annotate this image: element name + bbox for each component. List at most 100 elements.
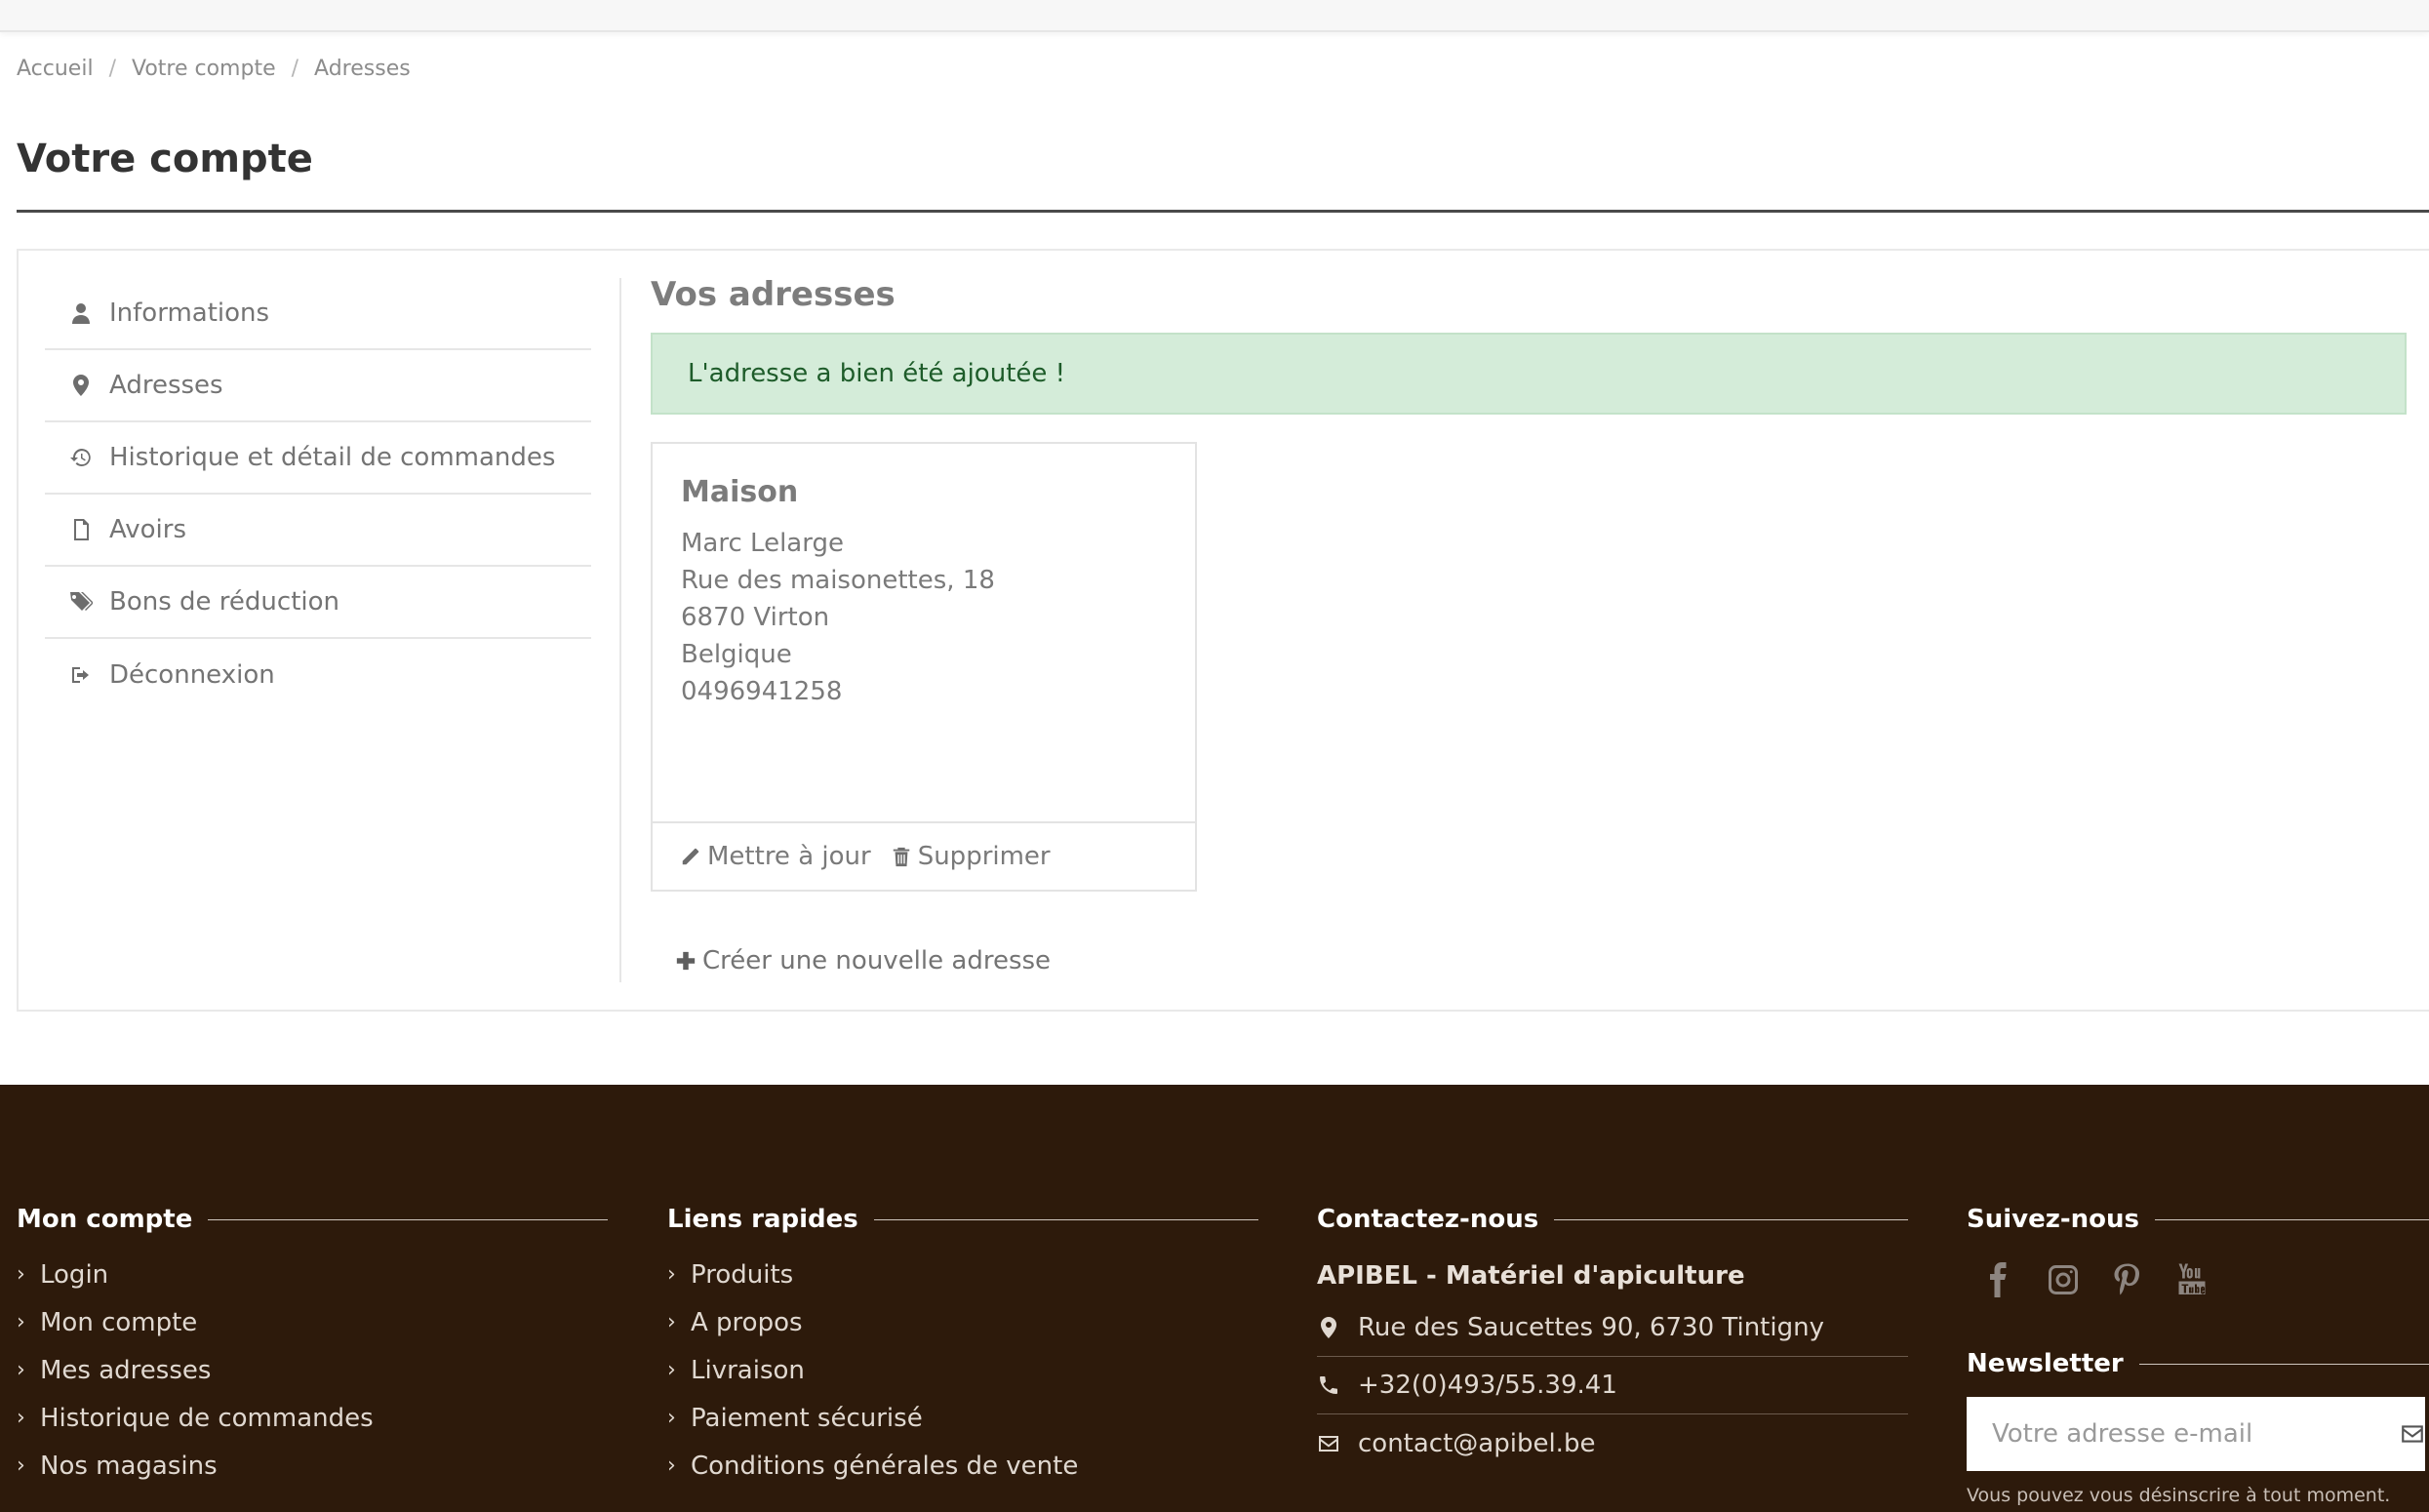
- chevron-right-icon: ›: [667, 1262, 676, 1287]
- delete-address-label: Supprimer: [917, 842, 1051, 871]
- title-divider: [17, 210, 2429, 213]
- sidebar-item-label: Avoirs: [109, 515, 187, 544]
- address-alias: Maison: [681, 475, 799, 509]
- footer-contact-column: Contactez-nous APIBEL - Matériel d'apicu…: [1317, 1200, 1908, 1472]
- plus-icon: [676, 951, 696, 971]
- create-address-label: Créer une nouvelle adresse: [702, 946, 1052, 975]
- footer-link-label: Livraison: [691, 1355, 805, 1385]
- address-line: Rue des maisonettes, 18: [681, 566, 995, 595]
- heading-rule: [873, 1218, 1258, 1220]
- contact-email[interactable]: contact@apibel.be: [1317, 1414, 1908, 1472]
- update-address-button[interactable]: Mettre à jour: [680, 842, 871, 871]
- footer-link-addresses[interactable]: › Mes adresses: [17, 1346, 608, 1394]
- page-title: Votre compte: [17, 137, 313, 181]
- footer-link-label: Paiement sécurisé: [691, 1403, 923, 1433]
- sign-out-icon: [66, 660, 96, 690]
- user-icon: [66, 298, 96, 328]
- footer-link-products[interactable]: › Produits: [667, 1251, 1258, 1298]
- footer-heading-text: Liens rapides: [667, 1205, 858, 1234]
- newsletter-note: Vous pouvez vous désinscrire à tout mome…: [1967, 1485, 2391, 1506]
- history-icon: [66, 443, 96, 472]
- footer-heading-text: Newsletter: [1967, 1349, 2124, 1378]
- chevron-right-icon: ›: [17, 1358, 25, 1382]
- breadcrumb-separator: /: [108, 57, 116, 81]
- footer-link-label: Historique de commandes: [40, 1403, 374, 1433]
- footer-link-stores[interactable]: › Nos magasins: [17, 1442, 608, 1490]
- footer-link-my-account[interactable]: › Mon compte: [17, 1298, 608, 1346]
- footer-heading-text: Mon compte: [17, 1205, 193, 1234]
- sidebar-item-avoirs[interactable]: Avoirs: [45, 495, 591, 567]
- sidebar-item-adresses[interactable]: Adresses: [45, 350, 591, 422]
- top-header-bar: [0, 0, 2429, 32]
- address-body: Marc Lelarge Rue des maisonettes, 18 687…: [681, 525, 995, 710]
- heading-rule: [1554, 1218, 1908, 1220]
- sidebar-item-history[interactable]: Historique et détail de commandes: [45, 422, 591, 495]
- heading-rule: [208, 1218, 608, 1220]
- footer-newsletter-heading: Newsletter: [1967, 1344, 2429, 1383]
- map-marker-icon: [1321, 1317, 1336, 1338]
- site-footer: Mon compte › Login › Mon compte › Mes adres…: [0, 1085, 2429, 1512]
- footer-follow-heading: Suivez-nous: [1967, 1200, 2429, 1239]
- breadcrumb-account[interactable]: Votre compte: [132, 57, 276, 81]
- chevron-right-icon: ›: [667, 1358, 676, 1382]
- contact-address: Rue des Saucettes 90, 6730 Tintigny: [1317, 1299, 1908, 1357]
- footer-account-column: Mon compte › Login › Mon compte › Mes adres…: [17, 1200, 608, 1490]
- address-line: Belgique: [681, 640, 792, 669]
- contact-company-name: APIBEL - Matériel d'apiculture: [1317, 1261, 1745, 1291]
- chevron-right-icon: ›: [17, 1262, 25, 1287]
- breadcrumb-separator: /: [291, 57, 299, 81]
- footer-account-heading: Mon compte: [17, 1200, 608, 1239]
- tags-icon: [66, 587, 96, 617]
- heading-rule: [2155, 1218, 2429, 1220]
- envelope-icon[interactable]: [2400, 1421, 2425, 1447]
- breadcrumb-current: Adresses: [314, 57, 411, 81]
- footer-link-label: Mes adresses: [40, 1355, 212, 1385]
- footer-link-label: Conditions générales de vente: [691, 1451, 1079, 1481]
- instagram-icon[interactable]: [2031, 1262, 2095, 1297]
- delete-address-button[interactable]: Supprimer: [891, 842, 1051, 871]
- footer-link-label: A propos: [691, 1307, 803, 1337]
- chevron-right-icon: ›: [17, 1453, 25, 1478]
- chevron-right-icon: ›: [667, 1406, 676, 1430]
- sidebar-item-label: Bons de réduction: [109, 587, 339, 617]
- footer-link-order-history[interactable]: › Historique de commandes: [17, 1394, 608, 1442]
- footer-link-label: Produits: [691, 1259, 794, 1290]
- phone-icon: [1320, 1376, 1337, 1394]
- sidebar-item-label: Historique et détail de commandes: [109, 443, 556, 472]
- pinterest-icon[interactable]: [2095, 1262, 2160, 1297]
- footer-follow-column: Suivez-nous Newsletter Votre adresse e-m…: [1967, 1200, 2429, 1506]
- address-card-actions: Mettre à jour Supprimer: [653, 821, 1195, 890]
- contact-address-text: Rue des Saucettes 90, 6730 Tintigny: [1358, 1313, 1824, 1342]
- sidebar-item-informations[interactable]: Informations: [45, 278, 591, 350]
- heading-rule: [2138, 1363, 2429, 1365]
- footer-heading-text: Contactez-nous: [1317, 1205, 1539, 1234]
- footer-link-login[interactable]: › Login: [17, 1251, 608, 1298]
- chevron-right-icon: ›: [667, 1310, 676, 1334]
- update-address-label: Mettre à jour: [707, 842, 871, 871]
- footer-quick-links-heading: Liens rapides: [667, 1200, 1258, 1239]
- contact-phone[interactable]: +32(0)493/55.39.41: [1317, 1357, 1908, 1414]
- footer-link-secure-payment[interactable]: › Paiement sécurisé: [667, 1394, 1258, 1442]
- vertical-divider: [619, 278, 621, 982]
- sidebar-item-vouchers[interactable]: Bons de réduction: [45, 567, 591, 639]
- contact-email-text: contact@apibel.be: [1358, 1428, 1596, 1458]
- address-line: 6870 Virton: [681, 603, 830, 632]
- account-sidebar: Informations Adresses Historique et déta…: [45, 278, 591, 711]
- sidebar-item-logout[interactable]: Déconnexion: [45, 639, 591, 711]
- youtube-icon[interactable]: [2160, 1262, 2224, 1297]
- facebook-icon[interactable]: [1967, 1262, 2031, 1297]
- newsletter-email-input[interactable]: Votre adresse e-mail: [1967, 1397, 2425, 1471]
- social-links: [1967, 1253, 2429, 1307]
- sidebar-item-label: Adresses: [109, 371, 223, 400]
- footer-link-terms[interactable]: › Conditions générales de vente: [667, 1442, 1258, 1490]
- footer-quick-links-column: Liens rapides › Produits › A propos › Livra…: [667, 1200, 1258, 1490]
- chevron-right-icon: ›: [17, 1310, 25, 1334]
- footer-link-label: Mon compte: [40, 1307, 198, 1337]
- newsletter-placeholder: Votre adresse e-mail: [1992, 1419, 2253, 1449]
- footer-link-about[interactable]: › A propos: [667, 1298, 1258, 1346]
- footer-link-delivery[interactable]: › Livraison: [667, 1346, 1258, 1394]
- breadcrumb-home[interactable]: Accueil: [17, 57, 94, 81]
- breadcrumb: Accueil / Votre compte / Adresses: [17, 57, 411, 81]
- chevron-right-icon: ›: [17, 1406, 25, 1430]
- create-address-button[interactable]: Créer une nouvelle adresse: [675, 946, 1051, 975]
